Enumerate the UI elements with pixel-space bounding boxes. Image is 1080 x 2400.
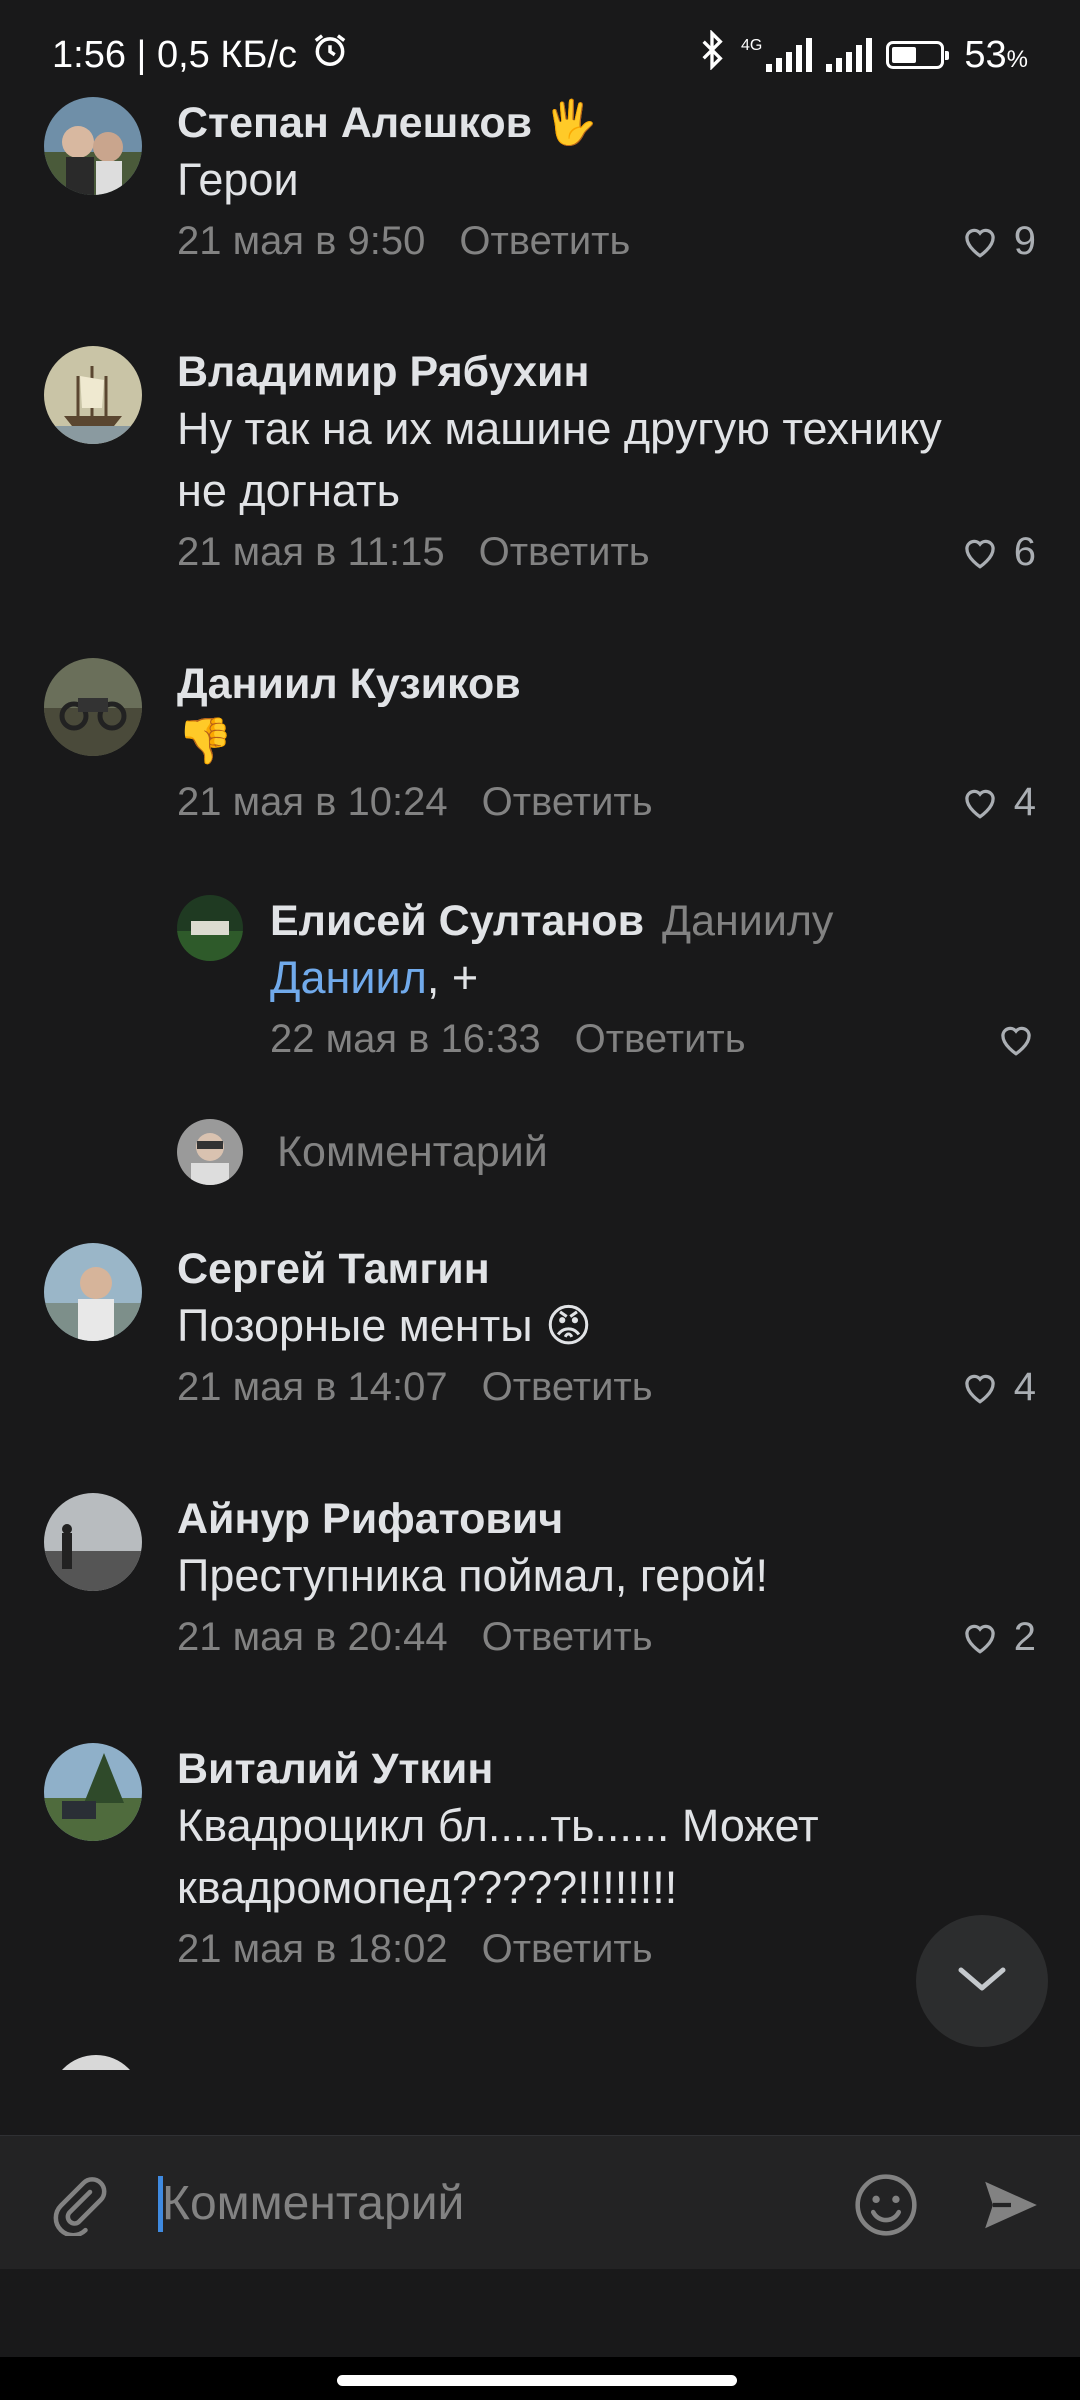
paperclip-icon[interactable]: [46, 2172, 110, 2241]
comment-text-line: Квадроцикл бл.....ть...... Может: [177, 1800, 819, 1851]
avatar[interactable]: [177, 895, 243, 961]
comment-author[interactable]: Сергей Тамгин: [177, 1243, 1036, 1295]
scroll-down-button[interactable]: [916, 1915, 1048, 2047]
reply-author[interactable]: Елисей Султанов: [270, 897, 644, 945]
heart-icon: [960, 1369, 1000, 1405]
battery-percent: 53%: [964, 33, 1028, 76]
comment-date: 21 мая в 14:07: [177, 1365, 448, 1409]
signal-icon: [826, 38, 873, 72]
comment-date: 21 мая в 9:50: [177, 219, 426, 263]
comment-body: Сергей Тамгин Позорные менты 😡 21 мая в …: [177, 1243, 1036, 1417]
smiley-icon[interactable]: [852, 2171, 920, 2244]
reply-to[interactable]: Даниилу: [662, 897, 833, 945]
status-left: 1:56 | 0,5 КБ/с: [52, 31, 349, 79]
comment-meta: 21 мая в 20:44 Ответить 2: [177, 1607, 1036, 1667]
comment-meta: 21 мая в 11:15 Ответить 6: [177, 522, 1036, 582]
like-button[interactable]: 2: [960, 1607, 1036, 1667]
next-comment-avatar: [50, 2055, 142, 2070]
network-label: 4G: [741, 37, 763, 54]
reply-button[interactable]: Ответить: [482, 1919, 653, 1979]
thread-reply-placeholder: Комментарий: [277, 1127, 548, 1176]
comment-meta: 21 мая в 10:24 Ответить 4: [177, 772, 1036, 832]
like-button[interactable]: 6: [960, 522, 1036, 582]
comments-feed[interactable]: Степан Алешков 🖐 Герои 21 мая в 9:50 Отв…: [0, 95, 1080, 2070]
comment-input[interactable]: Комментарий: [162, 2174, 464, 2234]
comment-date: 21 мая в 20:44: [177, 1615, 448, 1659]
avatar[interactable]: [44, 346, 142, 444]
reply-button[interactable]: Ответить: [482, 772, 653, 832]
comment-author[interactable]: Владимир Рябухин: [177, 346, 1036, 398]
reply-author-line: Елисей Султанов Даниилу: [270, 895, 1036, 947]
comment-text-line: Ну так на их машине другую технику: [177, 403, 942, 454]
hand-emoji-icon: 🖐: [544, 99, 598, 147]
heart-icon: [996, 1021, 1036, 1057]
heart-icon: [960, 784, 1000, 820]
reply-body: Елисей Султанов Даниилу Даниил, + 22 мая …: [270, 895, 1036, 1069]
comment-date: 21 мая в 11:15: [177, 530, 445, 574]
comment-body: Степан Алешков 🖐 Герои 21 мая в 9:50 Отв…: [177, 97, 1036, 271]
comment-meta: 21 мая в 18:02 Ответить: [177, 1919, 1036, 1979]
status-bar: 1:56 | 0,5 КБ/с 4G 53%: [0, 0, 1080, 110]
reply-text: Даниил, +: [270, 952, 479, 1003]
chevron-down-icon: [955, 1964, 1009, 1999]
reply-button[interactable]: Ответить: [479, 522, 650, 582]
alarm-icon: [311, 31, 349, 79]
system-navigation: [0, 2269, 1080, 2400]
comment-date: 21 мая в 18:02: [177, 1927, 448, 1971]
like-button[interactable]: [996, 1021, 1036, 1057]
bluetooth-icon: [697, 29, 727, 80]
avatar[interactable]: [44, 97, 142, 195]
comment-body: Владимир Рябухин Ну так на их машине дру…: [177, 346, 1036, 582]
reply-button[interactable]: Ответить: [459, 211, 630, 271]
send-icon[interactable]: [980, 2176, 1042, 2239]
reply-button[interactable]: Ответить: [575, 1009, 746, 1069]
comment-body: Даниил Кузиков 👎 21 мая в 10:24 Ответить…: [177, 658, 1036, 832]
comment-text: Герои: [177, 154, 299, 205]
heart-icon: [960, 534, 1000, 570]
battery-icon: [886, 41, 950, 69]
comment-body: Айнур Рифатович Преступника поймал, геро…: [177, 1493, 1036, 1667]
signal-4g-icon: 4G: [741, 37, 813, 72]
heart-icon: [960, 1619, 1000, 1655]
comment-body: Виталий Уткин Квадроцикл бл.....ть......…: [177, 1743, 1036, 1979]
reply-button[interactable]: Ответить: [482, 1607, 653, 1667]
avatar[interactable]: [44, 1243, 142, 1341]
comment-text: Позорные менты 😡: [177, 1300, 592, 1351]
home-indicator[interactable]: [337, 2375, 737, 2386]
avatar[interactable]: [44, 658, 142, 756]
status-time-speed: 1:56 | 0,5 КБ/с: [52, 33, 297, 76]
mention-link[interactable]: Даниил: [270, 952, 427, 1003]
reply-date: 22 мая в 16:33: [270, 1017, 541, 1061]
reply-meta: 22 мая в 16:33 Ответить: [270, 1009, 1036, 1069]
like-button[interactable]: 9: [960, 211, 1036, 271]
like-count: 9: [1013, 219, 1036, 263]
heart-icon: [960, 223, 1000, 259]
thread-reply-input[interactable]: Комментарий: [177, 1119, 548, 1185]
comment-author[interactable]: Степан Алешков 🖐: [177, 97, 1036, 149]
like-count: 2: [1013, 1615, 1036, 1659]
thumbs-down-emoji-icon: 👎: [177, 715, 234, 766]
like-button[interactable]: 4: [960, 772, 1036, 832]
comment-author[interactable]: Айнур Рифатович: [177, 1493, 1036, 1545]
comment-date: 21 мая в 10:24: [177, 780, 448, 824]
comment-meta: 21 мая в 14:07 Ответить 4: [177, 1357, 1036, 1417]
like-count: 4: [1013, 780, 1036, 824]
status-right: 4G 53%: [697, 29, 1028, 80]
comment-text: Преступника поймал, герой!: [177, 1550, 768, 1601]
reply-button[interactable]: Ответить: [482, 1357, 653, 1417]
comment-text-line: не догнать: [177, 465, 401, 516]
like-button[interactable]: 4: [960, 1357, 1036, 1417]
own-avatar: [177, 1119, 243, 1185]
comment-author[interactable]: Даниил Кузиков: [177, 658, 1036, 710]
avatar[interactable]: [44, 1493, 142, 1591]
like-count: 4: [1013, 1365, 1036, 1409]
comment-composer: Комментарий: [0, 2135, 1080, 2270]
angry-emoji-icon: 😡: [545, 1300, 592, 1351]
avatar[interactable]: [44, 1743, 142, 1841]
comment-author[interactable]: Виталий Уткин: [177, 1743, 1036, 1795]
like-count: 6: [1013, 530, 1036, 574]
comment-meta: 21 мая в 9:50 Ответить 9: [177, 211, 1036, 271]
comment-text-line: квадромопед?????!!!!!!!!: [177, 1862, 678, 1913]
